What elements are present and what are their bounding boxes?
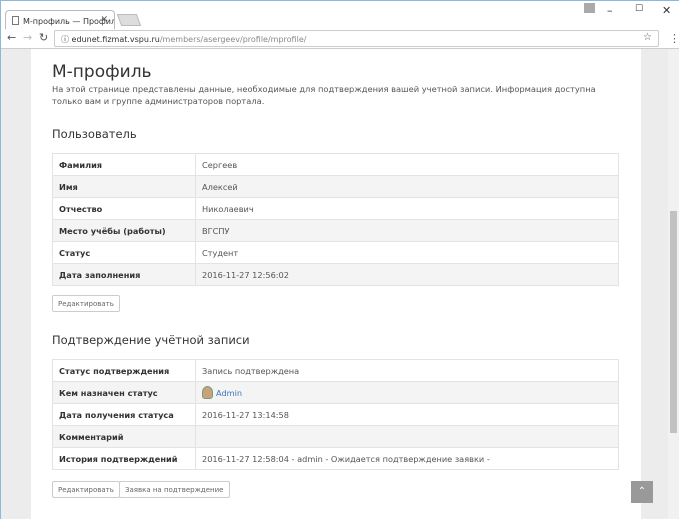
edit-user-button[interactable]: Редактировать	[52, 295, 120, 312]
scrollbar-thumb[interactable]	[670, 211, 677, 433]
table-row: Статус Студент	[52, 241, 619, 264]
table-row: Фамилия Сергеев	[52, 153, 619, 176]
request-confirmation-button[interactable]: Заявка на подтверждение	[119, 481, 230, 498]
edit-confirm-button[interactable]: Редактировать	[52, 481, 120, 498]
close-tab-icon[interactable]: ✕	[100, 15, 108, 25]
scroll-to-top-button[interactable]: ⌃	[631, 481, 653, 503]
row-value: 2016-11-27 13:14:58	[195, 403, 619, 426]
profile-icon[interactable]	[584, 3, 595, 13]
row-value: ВГСПУ	[195, 219, 619, 242]
title-bar: М-профиль — Профиль ✕ – ☐ ✕	[1, 1, 679, 30]
page-title: М-профиль	[52, 62, 152, 82]
back-icon[interactable]: ←	[7, 31, 16, 44]
row-value: Admin	[195, 381, 619, 404]
table-row: История подтверждений 2016-11-27 12:58:04…	[52, 447, 619, 470]
user-table: Фамилия Сергеев Имя Алексей Отчество Никола…	[52, 153, 619, 286]
new-tab-button[interactable]	[116, 14, 142, 26]
menu-icon[interactable]: ⋮	[669, 32, 679, 45]
row-value: Запись подтверждена	[195, 359, 619, 382]
table-row: Дата заполнения 2016-11-27 12:56:02	[52, 263, 619, 286]
table-row: Кем назначен статус Admin	[52, 381, 619, 404]
content-panel: М-профиль На этой странице представлены …	[31, 49, 641, 519]
avatar	[202, 386, 213, 399]
reload-icon[interactable]: ↻	[39, 31, 48, 44]
row-value: Сергеев	[195, 153, 619, 176]
row-label: Статус	[52, 241, 196, 264]
row-value: Студент	[195, 241, 619, 264]
browser-toolbar: ← → ↻ ⓘ edunet.fizmat.vspu.ru/members/as…	[1, 29, 679, 49]
table-row: Статус подтверждения Запись подтверждена	[52, 359, 619, 382]
row-value: Николаевич	[195, 197, 619, 220]
row-label: Комментарий	[52, 425, 196, 448]
browser-tab[interactable]: М-профиль — Профиль ✕	[5, 10, 115, 30]
bookmark-star-icon[interactable]: ☆	[643, 32, 652, 43]
table-row: Имя Алексей	[52, 175, 619, 198]
row-label: Отчество	[52, 197, 196, 220]
row-value	[195, 425, 619, 448]
confirm-heading: Подтверждение учётной записи	[52, 333, 250, 347]
row-label: Статус подтверждения	[52, 359, 196, 382]
url-host: edunet.fizmat.vspu.ru	[71, 35, 160, 44]
maximize-button[interactable]: ☐	[635, 4, 643, 14]
admin-link[interactable]: Admin	[216, 388, 242, 398]
row-value: 2016-11-27 12:56:02	[195, 263, 619, 286]
page-icon	[12, 16, 19, 25]
close-window-button[interactable]: ✕	[662, 4, 671, 17]
row-label: Место учёбы (работы)	[52, 219, 196, 242]
url-path: /members/asergeev/profile/mprofile/	[159, 35, 307, 44]
table-row: Отчество Николаевич	[52, 197, 619, 220]
row-label: Дата получения статуса	[52, 403, 196, 426]
row-value: 2016-11-27 12:58:04 - admin - Ожидается …	[195, 447, 619, 470]
confirm-table: Статус подтверждения Запись подтверждена …	[52, 359, 619, 470]
table-row: Комментарий	[52, 425, 619, 448]
page-viewport: М-профиль На этой странице представлены …	[1, 49, 668, 519]
page-intro: На этой странице представлены данные, не…	[52, 84, 596, 106]
user-heading: Пользователь	[52, 127, 137, 141]
row-label: История подтверждений	[52, 447, 196, 470]
scrollbar[interactable]	[668, 49, 679, 519]
row-value: Алексей	[195, 175, 619, 198]
address-bar[interactable]: ⓘ edunet.fizmat.vspu.ru/members/asergeev…	[54, 30, 659, 47]
forward-icon[interactable]: →	[23, 31, 32, 44]
table-row: Место учёбы (работы) ВГСПУ	[52, 219, 619, 242]
row-label: Кем назначен статус	[52, 381, 196, 404]
row-label: Имя	[52, 175, 196, 198]
row-label: Дата заполнения	[52, 263, 196, 286]
table-row: Дата получения статуса 2016-11-27 13:14:5…	[52, 403, 619, 426]
minimize-button[interactable]: –	[607, 4, 613, 17]
row-label: Фамилия	[52, 153, 196, 176]
